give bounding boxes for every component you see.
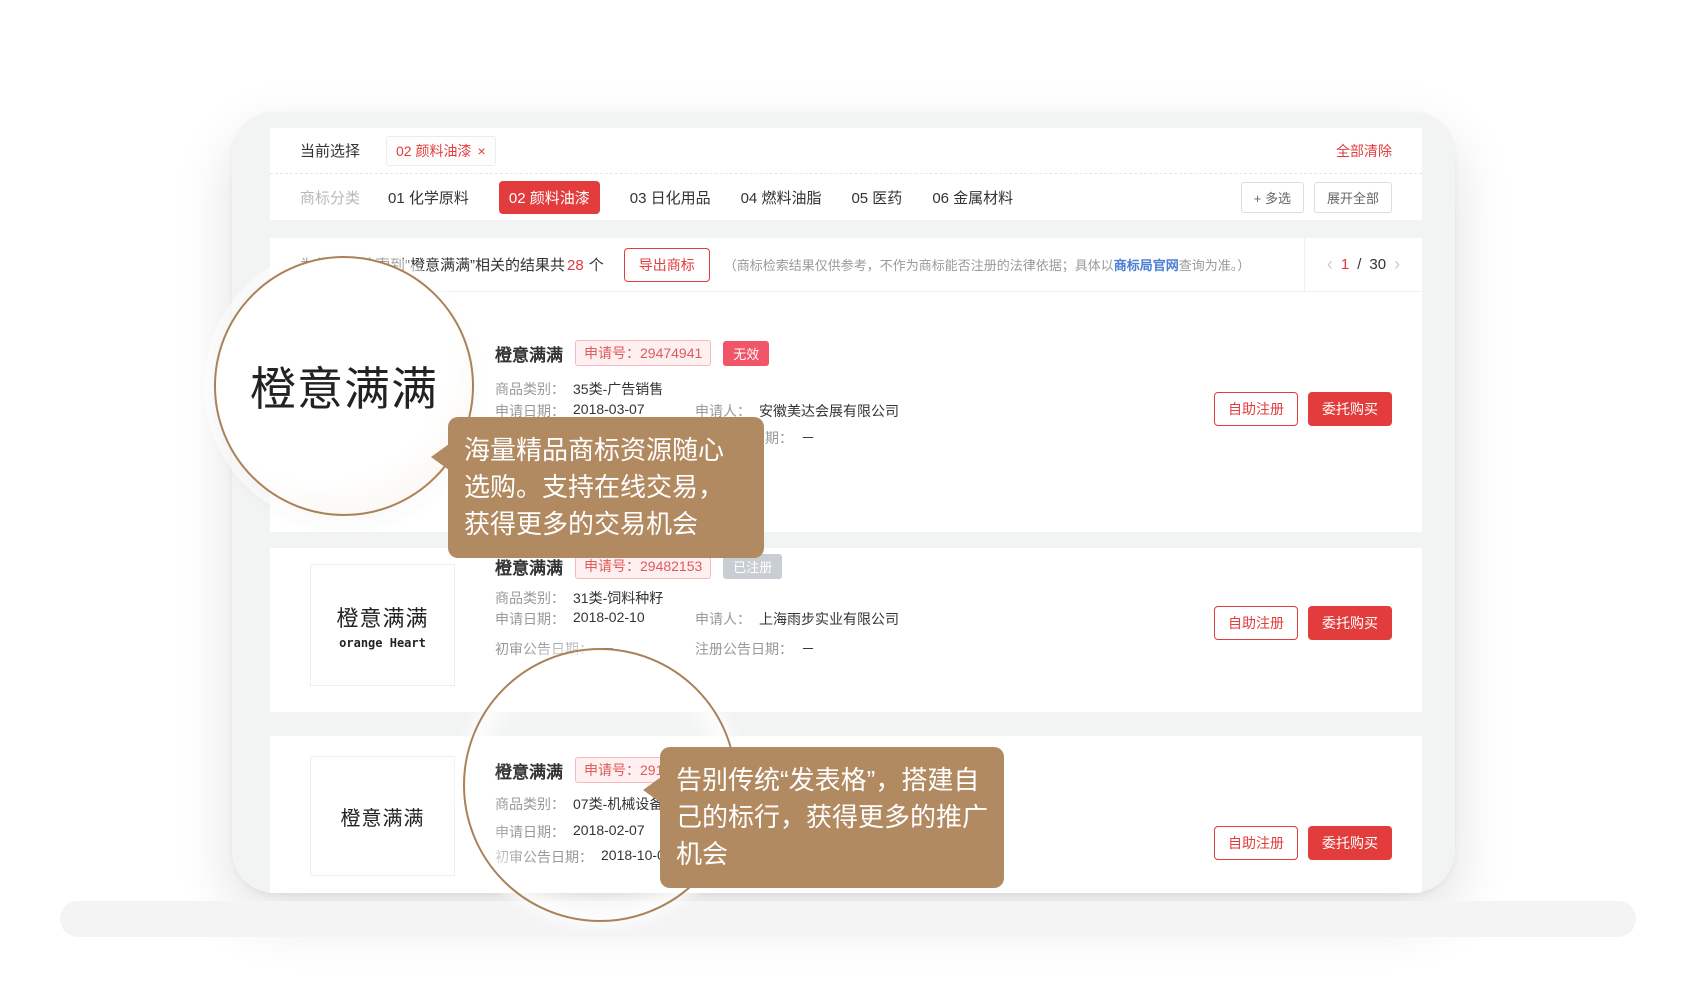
next-page-icon[interactable]: › <box>1394 254 1400 275</box>
trademark-office-link[interactable]: 商标局官网 <box>1114 258 1179 273</box>
thumbnail-text: 橙意满满 <box>341 802 425 831</box>
registration-publication-value: － <box>801 428 815 448</box>
category-field-label: 商品类别： <box>495 588 565 608</box>
result-row-2: 橙意满满 orange Heart 橙意满满 申请号：29482153 已注册 … <box>270 548 1422 712</box>
pagination: ‹ 1 / 30 › <box>1304 238 1422 291</box>
results-count: 28 <box>567 257 584 274</box>
selected-filter-tag-text: 02 颜料油漆 <box>396 141 471 161</box>
self-register-button[interactable]: 自助注册 <box>1214 392 1298 426</box>
category-field: 商品类别： 35类-广告销售 <box>495 379 663 399</box>
prev-page-icon[interactable]: ‹ <box>1327 254 1333 275</box>
application-number-tag: 申请号：29474941 <box>575 340 711 366</box>
applicant-value: 上海雨步实业有限公司 <box>759 609 899 629</box>
apply-date-field: 申请日期： 2018-02-10 <box>495 609 645 629</box>
page: 当前选择 02 颜料油漆 × 全部清除 商标分类 01 化学原料 02 颜料油漆… <box>0 0 1696 1002</box>
self-register-button[interactable]: 自助注册 <box>1214 606 1298 640</box>
category-item-02-selected[interactable]: 02 颜料油漆 <box>499 181 600 214</box>
laptop-base-bar <box>60 901 1636 937</box>
current-selection-label: 当前选择 <box>300 140 360 161</box>
application-number-label: 申请号： <box>584 345 640 361</box>
apply-date-value: 2018-02-10 <box>573 609 645 629</box>
thumbnail-subtext: orange Heart <box>339 636 426 650</box>
category-item-06[interactable]: 06 金属材料 <box>932 187 1013 208</box>
multi-select-button[interactable]: + 多选 <box>1241 182 1304 213</box>
row-actions: 自助注册 委托购买 <box>1214 606 1392 640</box>
callout-marketplace: 海量精品商标资源随心选购。支持在线交易，获得更多的交易机会 <box>448 417 764 558</box>
category-label: 商标分类 <box>300 187 360 208</box>
category-item-01[interactable]: 01 化学原料 <box>388 187 469 208</box>
application-number-value: 29474941 <box>640 345 702 361</box>
category-item-05[interactable]: 05 医药 <box>851 187 902 208</box>
current-page: 1 <box>1341 256 1349 273</box>
disclaimer-pre: （商标检索结果仅供参考，不作为商标能否注册的法律依据；具体以 <box>724 258 1114 273</box>
category-field-value: 31类-饲料种籽 <box>573 588 663 608</box>
page-separator: / <box>1357 256 1361 273</box>
export-trademarks-button[interactable]: 导出商标 <box>624 248 710 282</box>
registration-publication-field: 注册公告日期： － <box>695 639 815 659</box>
callout-arrow-icon <box>643 777 661 803</box>
results-summary-suffix: 个 <box>589 257 604 274</box>
filter-card: 当前选择 02 颜料油漆 × 全部清除 商标分类 01 化学原料 02 颜料油漆… <box>270 128 1422 220</box>
close-icon[interactable]: × <box>477 143 485 159</box>
row-actions: 自助注册 委托购买 <box>1214 392 1392 426</box>
applicant-field: 申请人： 上海雨步实业有限公司 <box>695 609 899 629</box>
category-field-label: 商品类别： <box>495 379 565 399</box>
application-number-label: 申请号： <box>584 558 640 574</box>
current-selection-row: 当前选择 02 颜料油漆 × 全部清除 <box>270 128 1422 174</box>
callout-arrow-icon <box>431 444 449 470</box>
category-row: 商标分类 01 化学原料 02 颜料油漆 03 日化用品 04 燃料油脂 05 … <box>270 174 1422 220</box>
magnifier-circle-1: 橙意满满 <box>214 256 474 516</box>
row-actions: 自助注册 委托购买 <box>1214 826 1392 860</box>
registration-publication-value: － <box>801 639 815 659</box>
thumbnail-text: 橙意满满 <box>336 601 428 633</box>
total-pages: 30 <box>1369 256 1386 273</box>
callout-text: 海量精品商标资源随心选购。支持在线交易，获得更多的交易机会 <box>464 432 748 543</box>
trademark-thumbnail[interactable]: 橙意满满 <box>310 756 455 876</box>
category-list: 01 化学原料 02 颜料油漆 03 日化用品 04 燃料油脂 05 医药 06… <box>388 181 1013 214</box>
category-item-03[interactable]: 03 日化用品 <box>630 187 711 208</box>
expand-all-button[interactable]: 展开全部 <box>1314 182 1392 213</box>
registration-publication-label: 注册公告日期： <box>695 639 793 659</box>
selected-filter-tag[interactable]: 02 颜料油漆 × <box>386 136 496 166</box>
disclaimer-post: 查询为准。） <box>1179 258 1251 273</box>
apply-date-label: 申请日期： <box>495 609 565 629</box>
callout-promotion: 告别传统“发表格”，搭建自己的标行，获得更多的推广机会 <box>660 747 1004 888</box>
self-register-button[interactable]: 自助注册 <box>1214 826 1298 860</box>
status-badge: 无效 <box>723 341 769 366</box>
results-header: 为您智能检索到“橙意满满”相关的结果共28个 导出商标 （商标检索结果仅供参考，… <box>270 238 1422 292</box>
category-field-value: 35类-广告销售 <box>573 379 663 399</box>
category-field: 商品类别： 31类-饲料种籽 <box>495 588 663 608</box>
magnified-trademark-text: 橙意满满 <box>250 353 438 419</box>
disclaimer-text: （商标检索结果仅供参考，不作为商标能否注册的法律依据；具体以商标局官网查询为准。… <box>724 255 1251 274</box>
entrust-purchase-button[interactable]: 委托购买 <box>1308 826 1392 860</box>
category-actions: + 多选 展开全部 <box>1241 182 1392 213</box>
applicant-value: 安徽美达会展有限公司 <box>759 401 899 421</box>
trademark-thumbnail[interactable]: 橙意满满 orange Heart <box>310 564 455 686</box>
application-number-value: 29482153 <box>640 558 702 574</box>
clear-all-link[interactable]: 全部清除 <box>1336 141 1392 161</box>
entrust-purchase-button[interactable]: 委托购买 <box>1308 606 1392 640</box>
applicant-label: 申请人： <box>695 609 751 629</box>
entrust-purchase-button[interactable]: 委托购买 <box>1308 392 1392 426</box>
trademark-title-line: 橙意满满 申请号：29474941 无效 <box>495 341 769 365</box>
category-item-04[interactable]: 04 燃料油脂 <box>741 187 822 208</box>
trademark-name[interactable]: 橙意满满 <box>495 341 563 366</box>
callout-text: 告别传统“发表格”，搭建自己的标行，获得更多的推广机会 <box>676 762 988 873</box>
